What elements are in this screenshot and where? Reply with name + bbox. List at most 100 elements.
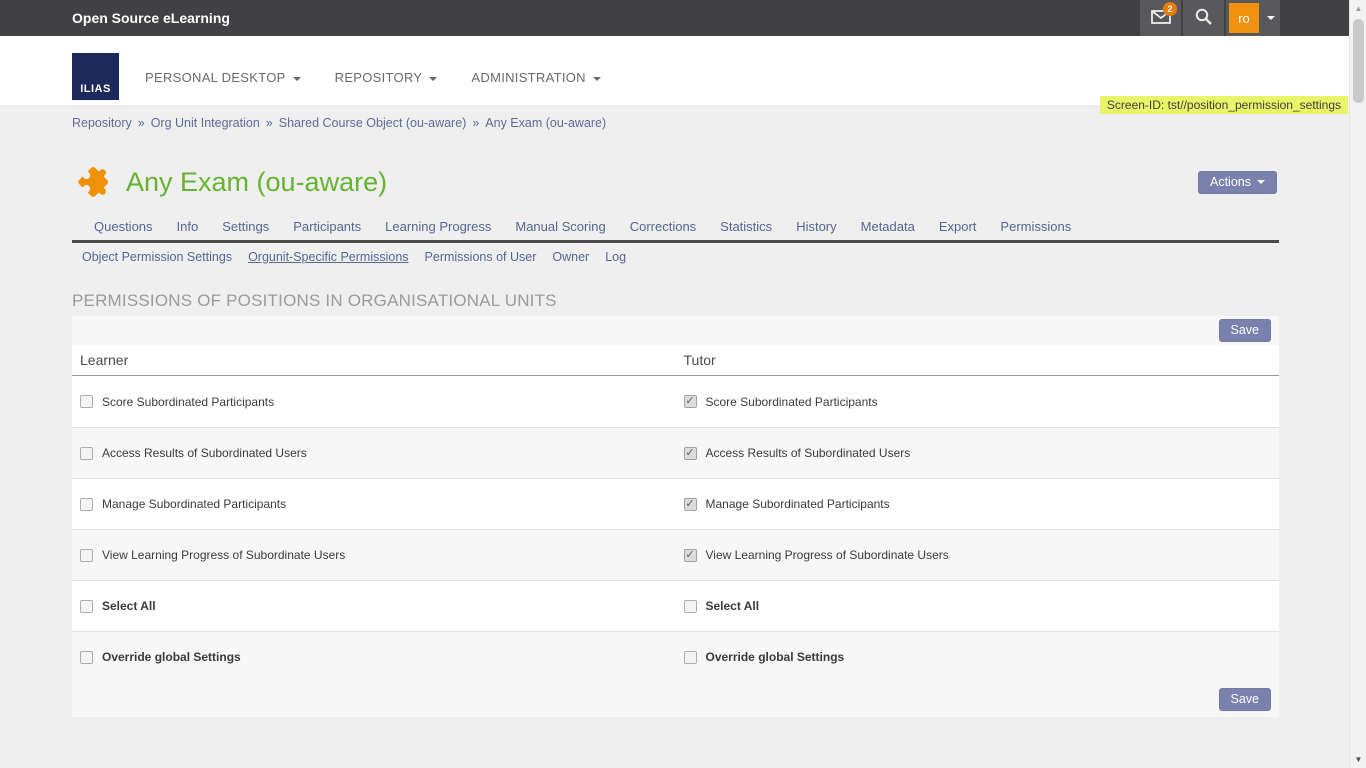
app-title: Open Source eLearning — [72, 10, 230, 26]
scroll-down-icon[interactable]: ▼ — [1350, 751, 1366, 768]
search-button[interactable] — [1183, 0, 1224, 36]
tab-metadata[interactable]: Metadata — [849, 219, 927, 240]
subtab-permissions-of-user[interactable]: Permissions of User — [425, 250, 537, 264]
permission-label: Access Results of Subordinated Users — [706, 446, 911, 460]
subtab-log[interactable]: Log — [605, 250, 626, 264]
screen-id-badge: Screen-ID: tst//position_permission_sett… — [1100, 96, 1348, 114]
permission-label: View Learning Progress of Subordinate Us… — [706, 548, 949, 562]
nav-item-label: ADMINISTRATION — [471, 70, 585, 85]
learner-checkbox[interactable] — [80, 498, 93, 511]
tab-history[interactable]: History — [784, 219, 848, 240]
breadcrumb-separator: » — [266, 116, 273, 130]
table-row: Override global Settings Override global … — [72, 631, 1279, 682]
permissions-table: Save Learner Tutor Score Subordinated Pa… — [72, 316, 1279, 717]
tutor-checkbox[interactable] — [684, 600, 697, 613]
permission-label: Override global Settings — [102, 650, 241, 664]
tutor-checkbox[interactable]: ✓ — [684, 447, 697, 460]
tab-export[interactable]: Export — [927, 219, 989, 240]
table-row: Manage Subordinated Participants ✓ Manage … — [72, 478, 1279, 529]
breadcrumb-item-repository[interactable]: Repository — [72, 116, 132, 130]
chevron-down-icon — [429, 77, 437, 81]
ilias-logo[interactable]: ILIAS — [72, 53, 119, 100]
subtab-orgunit-specific-permissions[interactable]: Orgunit-Specific Permissions — [248, 250, 408, 264]
table-row: Access Results of Subordinated Users✓ Acc… — [72, 427, 1279, 478]
perm-cell-tutor-select-all: Select All — [676, 599, 1280, 613]
breadcrumb-item-any-exam-ou-aware[interactable]: Any Exam (ou-aware) — [485, 116, 606, 130]
permission-label: View Learning Progress of Subordinate Us… — [102, 548, 345, 562]
column-header-tutor: Tutor — [676, 352, 1280, 368]
title-row: Any Exam (ou-aware) Actions — [72, 166, 1279, 198]
tab-info[interactable]: Info — [165, 219, 211, 240]
tab-learning-progress[interactable]: Learning Progress — [373, 219, 503, 240]
tutor-checkbox[interactable] — [684, 651, 697, 664]
perm-cell-tutor-score-subordinated-participants: ✓ Score Subordinated Participants — [676, 395, 1280, 409]
tab-participants[interactable]: Participants — [281, 219, 373, 240]
tabs: QuestionsInfoSettingsParticipantsLearnin… — [72, 219, 1279, 243]
scrollbar-thumb[interactable] — [1353, 19, 1364, 103]
user-menu-button[interactable]: ro — [1226, 0, 1280, 36]
permission-label: Score Subordinated Participants — [706, 395, 878, 409]
tab-permissions[interactable]: Permissions — [988, 219, 1083, 240]
chevron-down-icon — [1257, 180, 1265, 184]
mail-button[interactable]: 2 — [1140, 0, 1181, 36]
puzzle-icon — [73, 159, 118, 204]
learner-checkbox[interactable] — [80, 651, 93, 664]
nav-item-label: PERSONAL DESKTOP — [145, 70, 286, 85]
permission-label: Score Subordinated Participants — [102, 395, 274, 409]
table-header: Learner Tutor — [72, 345, 1279, 376]
nav-item-repository[interactable]: REPOSITORY — [335, 70, 438, 85]
actions-button[interactable]: Actions — [1198, 171, 1277, 194]
perm-cell-learner-view-learning-progress-of-subordinate-users: View Learning Progress of Subordinate Us… — [72, 548, 676, 562]
table-row: Score Subordinated Participants ✓ Score Su… — [72, 376, 1279, 427]
tab-statistics[interactable]: Statistics — [708, 219, 784, 240]
page-content: Any Exam (ou-aware) Actions QuestionsInf… — [72, 166, 1279, 717]
tutor-checkbox[interactable]: ✓ — [684, 498, 697, 511]
permission-label: Override global Settings — [706, 650, 845, 664]
tab-manual-scoring[interactable]: Manual Scoring — [503, 219, 617, 240]
save-button[interactable]: Save — [1219, 319, 1272, 342]
subtab-object-permission-settings[interactable]: Object Permission Settings — [82, 250, 232, 264]
page-title: Any Exam (ou-aware) — [126, 167, 387, 198]
tab-questions[interactable]: Questions — [82, 219, 165, 240]
nav-item-personal-desktop[interactable]: PERSONAL DESKTOP — [145, 70, 301, 85]
breadcrumb-item-org-unit-integration[interactable]: Org Unit Integration — [151, 116, 260, 130]
learner-checkbox[interactable] — [80, 447, 93, 460]
learner-checkbox[interactable] — [80, 600, 93, 613]
perm-cell-learner-override-global-settings: Override global Settings — [72, 650, 676, 664]
table-row: View Learning Progress of Subordinate Us… — [72, 529, 1279, 580]
main-nav: PERSONAL DESKTOP REPOSITORY ADMINISTRATION — [145, 70, 635, 85]
search-icon — [1194, 7, 1213, 29]
subtab-owner[interactable]: Owner — [552, 250, 589, 264]
chevron-down-icon — [293, 77, 301, 81]
tutor-checkbox[interactable]: ✓ — [684, 549, 697, 562]
perm-cell-tutor-manage-subordinated-participants: ✓ Manage Subordinated Participants — [676, 497, 1280, 511]
tutor-checkbox[interactable]: ✓ — [684, 395, 697, 408]
scroll-up-icon[interactable]: ▲ — [1350, 0, 1366, 17]
tab-settings[interactable]: Settings — [210, 219, 281, 240]
table-row: Select AllSelect All — [72, 580, 1279, 631]
check-icon: ✓ — [685, 550, 694, 561]
save-button[interactable]: Save — [1219, 688, 1272, 711]
scrollbar[interactable]: ▲ ▼ — [1349, 0, 1366, 768]
chevron-down-icon — [1267, 16, 1275, 20]
column-header-learner: Learner — [72, 352, 676, 368]
mail-badge: 2 — [1163, 2, 1177, 16]
chevron-down-icon — [593, 77, 601, 81]
permission-label: Manage Subordinated Participants — [102, 497, 286, 511]
perm-cell-tutor-access-results-of-subordinated-users: ✓ Access Results of Subordinated Users — [676, 446, 1280, 460]
topbar-actions: 2 ro — [1140, 0, 1280, 36]
perm-cell-tutor-view-learning-progress-of-subordinate-users: ✓ View Learning Progress of Subordinate U… — [676, 548, 1280, 562]
perm-cell-learner-select-all: Select All — [72, 599, 676, 613]
subtabs: Object Permission Settings Orgunit-Specif… — [72, 243, 1279, 264]
perm-rows: Score Subordinated Participants ✓ Score Su… — [72, 376, 1279, 682]
tab-corrections[interactable]: Corrections — [618, 219, 708, 240]
learner-checkbox[interactable] — [80, 549, 93, 562]
breadcrumb-separator: » — [472, 116, 479, 130]
check-icon: ✓ — [685, 448, 694, 459]
permission-label: Manage Subordinated Participants — [706, 497, 890, 511]
nav-item-administration[interactable]: ADMINISTRATION — [471, 70, 600, 85]
section-heading: PERMISSIONS OF POSITIONS IN ORGANISATION… — [72, 291, 1279, 311]
check-icon: ✓ — [685, 396, 694, 407]
breadcrumb-item-shared-course-object-ou-aware[interactable]: Shared Course Object (ou-aware) — [279, 116, 467, 130]
learner-checkbox[interactable] — [80, 395, 93, 408]
